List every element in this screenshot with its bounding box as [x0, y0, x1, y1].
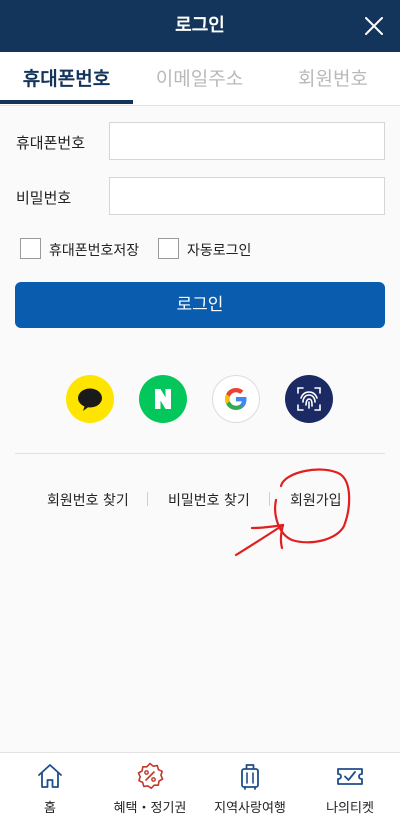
page-title: 로그인: [175, 15, 225, 36]
find-member-number-link[interactable]: 회원번호 찾기: [47, 490, 129, 510]
nav-benefits[interactable]: 혜택・정기권: [100, 753, 200, 819]
nav-benefits-label: 혜택・정기권: [113, 801, 187, 816]
header: 로그인: [0, 0, 400, 52]
auto-login-checkbox[interactable]: [158, 238, 179, 259]
fingerprint-icon[interactable]: [285, 375, 333, 423]
save-phone-label[interactable]: 휴대폰번호저장: [49, 240, 139, 260]
password-label: 비밀번호: [16, 189, 72, 207]
nav-my-ticket[interactable]: 나의티켓: [300, 753, 400, 819]
naver-icon[interactable]: [139, 375, 187, 423]
phone-label: 휴대폰번호: [16, 134, 86, 152]
nav-local-travel-label: 지역사랑여행: [214, 801, 286, 816]
tab-member-number[interactable]: 회원번호: [266, 52, 400, 106]
tab-phone[interactable]: 휴대폰번호: [0, 52, 133, 106]
nav-local-travel[interactable]: 지역사랑여행: [200, 753, 300, 819]
link-separator: [147, 492, 148, 506]
auto-login-label[interactable]: 자동로그인: [187, 240, 251, 260]
tab-email[interactable]: 이메일주소: [133, 52, 266, 106]
divider: [15, 453, 385, 454]
bottom-nav: 홈 혜택・정기권 지역사랑여행 나의티켓: [0, 752, 400, 819]
nav-my-ticket-label: 나의티켓: [326, 801, 374, 816]
save-phone-checkbox[interactable]: [20, 238, 41, 259]
home-icon: [35, 761, 65, 791]
luggage-icon: [235, 761, 265, 791]
close-icon[interactable]: [360, 12, 388, 40]
phone-input[interactable]: [109, 122, 385, 160]
login-button[interactable]: 로그인: [15, 282, 385, 328]
ticket-icon: [335, 761, 365, 791]
active-tab-indicator: [0, 100, 133, 104]
find-password-link[interactable]: 비밀번호 찾기: [168, 490, 250, 510]
nav-home[interactable]: 홈: [0, 753, 100, 819]
link-separator: [269, 492, 270, 506]
google-icon[interactable]: [212, 375, 260, 423]
kakao-icon[interactable]: [66, 375, 114, 423]
percent-badge-icon: [135, 761, 165, 791]
password-input[interactable]: [109, 177, 385, 215]
sign-up-link[interactable]: 회원가입: [290, 490, 342, 510]
nav-home-label: 홈: [44, 801, 56, 816]
login-tabs: 휴대폰번호 이메일주소 회원번호: [0, 52, 400, 106]
